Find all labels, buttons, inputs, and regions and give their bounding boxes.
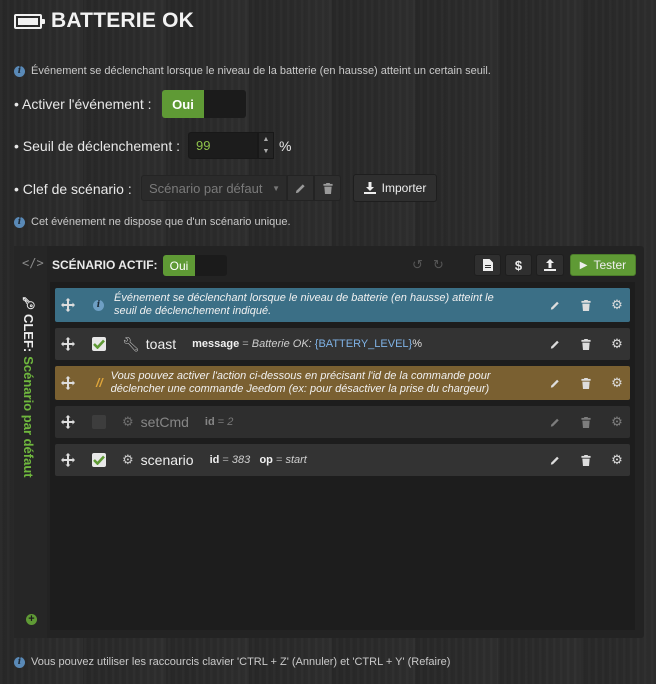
active-scenario-toggle[interactable]: Oui xyxy=(163,255,227,276)
list-item: ⚙︎ scenario id = 383 op = start ⚙ xyxy=(55,444,630,476)
edit-icon[interactable] xyxy=(550,377,560,389)
drag-handle-icon[interactable] xyxy=(55,298,81,312)
threshold-input-group: 99 ▲ ▼ xyxy=(188,132,274,159)
enable-checkbox[interactable] xyxy=(92,415,106,429)
list-item: // Vous pouvez activer l'action ci-desso… xyxy=(55,366,630,400)
action-params: message = Batterie OK: {BATTERY_LEVEL}% xyxy=(192,338,422,350)
activate-toggle[interactable]: Oui xyxy=(162,90,246,118)
gear-icon[interactable]: ⚙ xyxy=(611,414,623,429)
action-name: scenario xyxy=(140,452,194,468)
threshold-label: • Seuil de déclenchement : xyxy=(14,138,181,154)
info-shortcuts: i Vous pouvez utiliser les raccourcis cl… xyxy=(14,656,450,668)
upload-icon xyxy=(544,259,556,271)
gear-icon[interactable]: ⚙ xyxy=(611,452,623,467)
info-description: i Événement se déclenchant lorsque le ni… xyxy=(14,65,491,77)
edit-icon[interactable] xyxy=(550,416,560,428)
threshold-unit: % xyxy=(279,138,292,154)
comment-text: Événement se déclenchant lorsque le nive… xyxy=(114,292,494,317)
info-icon: i xyxy=(14,216,25,228)
drag-handle-icon[interactable] xyxy=(55,376,81,390)
trash-icon[interactable] xyxy=(581,416,591,428)
caret-down-icon: ▼ xyxy=(272,183,280,193)
trash-icon[interactable] xyxy=(581,338,591,350)
scenario-key-label: • Clef de scénario : xyxy=(14,181,132,197)
upload-button[interactable] xyxy=(536,254,564,276)
test-button[interactable]: ▶ Tester xyxy=(570,254,636,276)
list-item: ⚙︎ setCmd id = 2 ⚙ xyxy=(55,406,630,438)
info-icon: i xyxy=(14,65,25,77)
delete-key-button[interactable] xyxy=(314,175,341,201)
comment-text: Vous pouvez activer l'action ci-dessous … xyxy=(110,370,491,395)
gear-icon[interactable]: ⚙ xyxy=(611,375,623,390)
threshold-spinner[interactable]: ▲ ▼ xyxy=(258,132,274,159)
file-icon xyxy=(482,259,493,271)
robot-icon: ⚙︎ xyxy=(122,414,134,429)
drag-handle-icon[interactable] xyxy=(55,453,81,467)
download-icon xyxy=(363,182,376,194)
scenario-key-select[interactable]: Scénario par défaut ▼ xyxy=(141,175,287,201)
play-icon: ▶ xyxy=(579,259,588,271)
action-name: setCmd xyxy=(140,414,189,430)
drag-handle-icon[interactable] xyxy=(55,337,81,351)
threshold-input[interactable]: 99 xyxy=(188,132,258,159)
page-header: BATTERIE OK xyxy=(14,9,194,33)
enable-checkbox[interactable] xyxy=(92,337,106,351)
undo-icon[interactable]: ↺ xyxy=(412,257,423,273)
action-params: id = 383 op = start xyxy=(209,454,307,466)
page-title: BATTERIE OK xyxy=(51,9,194,32)
export-file-button[interactable] xyxy=(474,254,501,276)
trash-icon xyxy=(322,182,333,194)
gear-icon[interactable]: ⚙ xyxy=(611,297,623,312)
import-button[interactable]: Importer xyxy=(353,174,437,202)
robot-icon: ⚙︎ xyxy=(122,452,134,467)
drag-handle-icon[interactable] xyxy=(55,415,81,429)
battery-full-icon xyxy=(14,13,45,29)
toggle-on-label: Oui xyxy=(163,255,195,276)
info-icon: i xyxy=(14,656,25,668)
check-icon xyxy=(93,455,105,465)
spin-up-icon[interactable]: ▲ xyxy=(259,133,273,146)
wrench-icon: 🔧︎ xyxy=(122,335,140,352)
variables-button[interactable]: $ xyxy=(505,254,532,276)
info-icon: i xyxy=(93,299,104,311)
list-item: i Événement se déclenchant lorsque le ni… xyxy=(55,288,630,322)
action-name: toast xyxy=(145,336,177,352)
add-scenario-icon[interactable]: + xyxy=(26,614,37,625)
edit-icon[interactable] xyxy=(550,299,560,311)
activate-label: • Activer l'événement : xyxy=(14,96,152,112)
edit-icon[interactable] xyxy=(550,454,560,466)
trash-icon[interactable] xyxy=(581,299,591,311)
list-item: 🔧︎ toast message = Batterie OK: {BATTERY… xyxy=(55,328,630,360)
comment-icon: // xyxy=(96,376,103,390)
key-icon: 🔑︎ xyxy=(22,296,35,310)
edit-key-button[interactable] xyxy=(287,175,314,201)
trash-icon[interactable] xyxy=(581,377,591,389)
pencil-icon xyxy=(295,183,305,193)
info-unique: i Cet événement ne dispose que d'un scén… xyxy=(14,216,291,228)
gear-icon[interactable]: ⚙ xyxy=(611,336,623,351)
enable-checkbox[interactable] xyxy=(92,453,106,467)
action-params: id = 2 xyxy=(204,416,234,428)
vertical-scenario-key: 🔑︎ CLEF: Scénario par défaut xyxy=(21,296,37,478)
spin-down-icon[interactable]: ▼ xyxy=(259,146,273,159)
edit-icon[interactable] xyxy=(550,338,560,350)
active-scenario-label: SCÉNARIO ACTIF: xyxy=(52,258,158,272)
toggle-on-label: Oui xyxy=(162,90,204,118)
code-icon[interactable]: </> xyxy=(22,256,44,270)
trash-icon[interactable] xyxy=(581,454,591,466)
check-icon xyxy=(93,339,105,349)
scenario-key-group: Scénario par défaut ▼ xyxy=(141,175,341,201)
dollar-icon: $ xyxy=(514,257,523,273)
redo-icon[interactable]: ↻ xyxy=(433,257,444,273)
